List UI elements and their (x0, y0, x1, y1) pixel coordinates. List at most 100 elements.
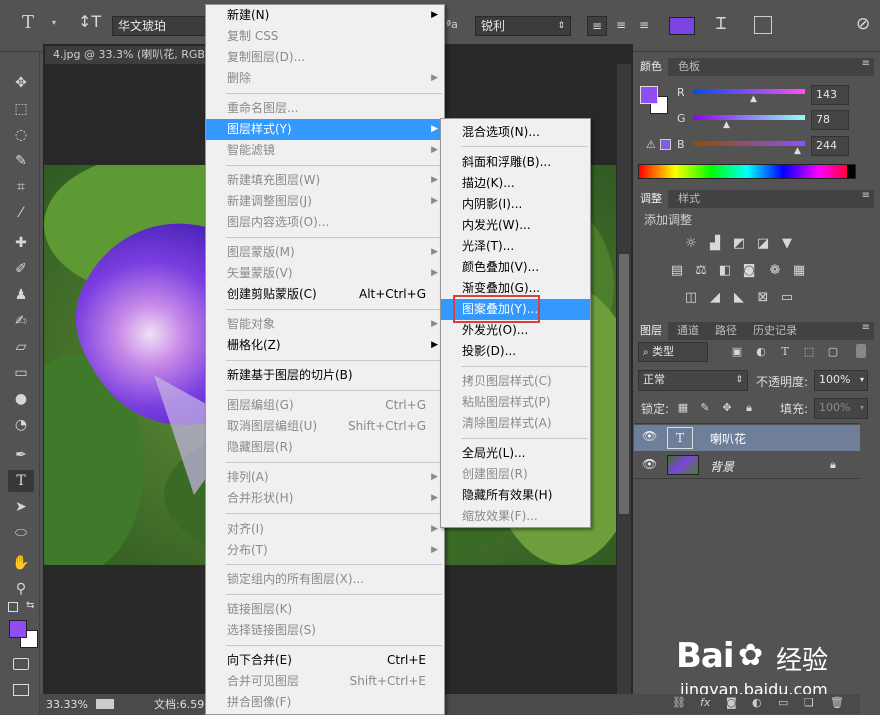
posterize-icon[interactable]: ◢ (706, 290, 724, 306)
menu-item-merge-visible[interactable]: 合并可见图层 Shift+Ctrl+E (206, 671, 444, 692)
tab-styles[interactable]: 样式 (672, 190, 706, 208)
healing-brush-icon[interactable]: ✚ (8, 232, 34, 254)
hand-tool-icon[interactable]: ✋ (8, 552, 34, 574)
scrollbar-thumb[interactable] (619, 254, 629, 514)
menu-item-merge-down[interactable]: 向下合并(E) Ctrl+E (206, 650, 444, 671)
blur-tool-icon[interactable]: ● (8, 388, 34, 410)
panel-fg-swatch[interactable] (640, 86, 658, 104)
layer-name[interactable]: 背景 (710, 458, 734, 475)
align-right-button[interactable]: ≡ (634, 16, 654, 36)
visibility-eye-icon[interactable]: 👁︎ (642, 429, 657, 443)
g-slider[interactable] (693, 115, 805, 120)
preset-dropdown-arrow-icon[interactable]: ▾ (52, 18, 56, 27)
menu-item-new-fill-layer[interactable]: 新建填充图层(W) ▶ (206, 170, 444, 191)
b-slider-handle[interactable]: ▲ (794, 146, 801, 156)
vertical-scrollbar[interactable] (617, 64, 631, 694)
warp-text-icon[interactable]: Ꮖ (716, 14, 727, 34)
r-slider-handle[interactable]: ▲ (750, 94, 757, 104)
submenu-item-inner-shadow[interactable]: 内阴影(I)... (441, 194, 590, 215)
dodge-tool-icon[interactable]: ◔ (8, 414, 34, 436)
eyedropper-tool-icon[interactable]: ⁄ (8, 202, 34, 224)
marquee-tool-icon[interactable]: ⬚ (8, 98, 34, 120)
layer-filter-select[interactable]: ⌕ 类型 (638, 342, 708, 362)
layer-style-fx-icon[interactable]: fx (700, 696, 710, 709)
menu-item-create-clipping-mask[interactable]: 创建剪贴蒙版(C) Alt+Ctrl+G (206, 284, 444, 305)
gamut-color-swatch[interactable] (660, 139, 671, 150)
submenu-item-pattern-overlay[interactable]: 图案叠加(Y)... (441, 295, 590, 323)
text-orientation-icon[interactable]: ↕T (78, 12, 101, 31)
lock-image-icon[interactable]: ✎ (696, 400, 714, 416)
opacity-field[interactable]: 100% ▾ (814, 370, 868, 391)
crop-tool-icon[interactable]: ⌗ (8, 176, 34, 198)
new-group-icon[interactable]: ▭ (778, 696, 788, 709)
link-layers-icon[interactable]: ⛓ (672, 696, 686, 709)
menu-item-flatten-image[interactable]: 拼合图像(F) (206, 692, 444, 713)
menu-item-rename-layer[interactable]: 重命名图层... (206, 98, 444, 119)
menu-item-new-layer-based-slice[interactable]: 新建基于图层的切片(B) (206, 365, 444, 386)
type-tool-icon[interactable]: T (8, 470, 34, 492)
brush-tool-icon[interactable]: ✐ (8, 258, 34, 280)
submenu-item-satin[interactable]: 光泽(T)... (441, 236, 590, 257)
filter-pixel-icon[interactable]: ▣ (728, 344, 746, 360)
swap-colors-icon[interactable]: ⇆ (26, 600, 34, 611)
submenu-item-paste-layer-style[interactable]: 粘贴图层样式(P) (441, 392, 590, 413)
panel-menu-icon[interactable]: ≡ (862, 190, 870, 201)
add-mask-icon[interactable]: ◙ (726, 696, 737, 709)
submenu-item-blending-options[interactable]: 混合选项(N)... (441, 122, 590, 143)
panel-menu-icon[interactable]: ≡ (862, 58, 870, 69)
levels-icon[interactable]: ▟ (706, 236, 724, 252)
gamut-warning-icon[interactable]: ⚠ (646, 138, 656, 151)
color-spectrum-ramp[interactable] (638, 164, 856, 179)
filter-adjustment-icon[interactable]: ◐ (752, 344, 770, 360)
new-adjustment-icon[interactable]: ◐ (752, 696, 762, 709)
invert-icon[interactable]: ◫ (682, 290, 700, 306)
fill-field[interactable]: 100% ▾ (814, 398, 868, 419)
submenu-item-outer-glow[interactable]: 外发光(O)... (441, 320, 590, 341)
menu-item-delete[interactable]: 删除 ▶ (206, 68, 444, 89)
filter-smart-icon[interactable]: ▢ (824, 344, 842, 360)
panel-menu-icon[interactable]: ≡ (862, 322, 870, 333)
history-brush-icon[interactable]: ✍ (8, 310, 34, 332)
align-center-button[interactable]: ≡ (611, 16, 631, 36)
menu-item-lock-all-layers-in-group[interactable]: 锁定组内的所有图层(X)... (206, 569, 444, 590)
font-family-select[interactable]: 华文琥珀 (112, 16, 207, 36)
path-selection-icon[interactable]: ➤ (8, 496, 34, 518)
text-color-swatch[interactable] (669, 17, 695, 35)
move-tool-icon[interactable]: ✥ (8, 72, 34, 94)
r-value-field[interactable]: 143 (811, 85, 849, 105)
cancel-edit-icon[interactable]: ⊘ (856, 14, 870, 34)
curves-icon[interactable]: ◩ (730, 236, 748, 252)
filter-shape-icon[interactable]: ⬚ (800, 344, 818, 360)
tab-channels[interactable]: 通道 (671, 322, 705, 340)
menu-item-layer-style[interactable]: 图层样式(Y) ▶ (206, 119, 444, 140)
submenu-item-drop-shadow[interactable]: 投影(D)... (441, 341, 590, 362)
menu-item-copy-css[interactable]: 复制 CSS (206, 26, 444, 47)
menu-item-layer-content-options[interactable]: 图层内容选项(O)... (206, 212, 444, 233)
channel-mixer-icon[interactable]: ❁ (766, 263, 784, 279)
visibility-eye-icon[interactable]: 👁︎ (642, 457, 657, 471)
screen-mode-icon[interactable] (13, 684, 29, 696)
menu-item-vector-mask[interactable]: 矢量蒙版(V) ▶ (206, 263, 444, 284)
filter-toggle-icon[interactable] (856, 344, 866, 358)
gradient-map-icon[interactable]: ▭ (778, 290, 796, 306)
type-tool-preset-icon[interactable]: T (22, 12, 34, 33)
status-info-icon[interactable] (96, 699, 114, 709)
submenu-item-color-overlay[interactable]: 颜色叠加(V)... (441, 257, 590, 278)
submenu-item-global-light[interactable]: 全局光(L)... (441, 443, 590, 464)
lock-transparent-icon[interactable]: ▦ (674, 400, 692, 416)
tab-color[interactable]: 颜色 (634, 58, 668, 76)
submenu-item-scale-effects[interactable]: 缩放效果(F)... (441, 506, 590, 527)
menu-item-align[interactable]: 对齐(I) ▶ (206, 519, 444, 540)
default-colors-icon[interactable] (8, 602, 18, 612)
submenu-item-inner-glow[interactable]: 内发光(W)... (441, 215, 590, 236)
pen-tool-icon[interactable]: ✒ (8, 444, 34, 466)
new-layer-icon[interactable]: ❏ (804, 696, 814, 709)
menu-item-hide-layers[interactable]: 隐藏图层(R) (206, 437, 444, 458)
submenu-item-bevel-emboss[interactable]: 斜面和浮雕(B)... (441, 152, 590, 173)
black-white-icon[interactable]: ◧ (716, 263, 734, 279)
selective-color-icon[interactable]: ⊠ (754, 290, 772, 306)
tab-adjustments[interactable]: 调整 (634, 190, 668, 208)
gradient-tool-icon[interactable]: ▭ (8, 362, 34, 384)
layer-name[interactable]: 喇叭花 (710, 430, 746, 447)
brightness-icon[interactable]: ☼ (682, 236, 700, 252)
